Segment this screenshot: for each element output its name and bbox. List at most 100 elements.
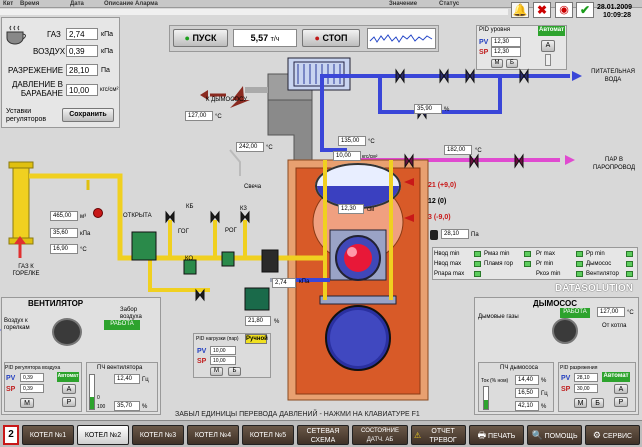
level-normal-label: 12 (0) [428,198,447,205]
smoke-a-button[interactable]: A [614,384,628,394]
smoke-fc-value: 16,50 [515,388,539,398]
fan-p-button[interactable]: P [62,397,76,407]
footer-hint: ЗАБЫЛ ЕДИНИЦЫ ПЕРЕВОДА ДАВЛЕНИЙ - НАЖМИ … [175,411,420,418]
alarm-cell: Вентилятор [586,271,619,277]
gas-temp-value: 16,90 [50,244,78,254]
smoke-sp-input[interactable]: 30,00 [574,384,598,393]
fan-manual-button[interactable]: M [20,398,34,408]
alarm-cell: Рр min [586,251,605,257]
vacuum-box-value: 28,10 [441,229,469,239]
smoke-pv-label: PV [561,375,571,382]
tab-sensor-status[interactable]: СОСТОЯНИЕ ДАТЧ. АБ [352,425,408,445]
boiler-tabs: 2 КОТЕЛ №1 КОТЕЛ №2 КОТЕЛ №3 КОТЕЛ №4 КО… [0,420,642,447]
alarm-cell: Пламя гор [484,261,513,267]
drum-temp-value: 135,00 [338,136,366,146]
drum-level-value: 12,30 [338,204,364,214]
smoke-current-label: Ток (% ном) [481,378,509,384]
fan-pid-auto-badge[interactable]: Автомат [57,372,79,382]
vacuum-box-unit: Па [471,232,479,238]
open-status-label: ОТКРЫТА [123,213,152,219]
burner-gas-pressure-value: 2,74 [272,278,296,288]
smoke-fc-unit: Гц [541,391,548,397]
alarm-cell: Рr min [536,261,554,267]
smoke-pid-auto-badge[interactable]: Автомат [602,372,630,382]
gas-pipe-vertical [12,165,30,241]
fan-air-label: Воздух к горелкам [4,318,30,331]
alarm-indicator-light [474,261,481,267]
level-min-label: 3 (-9,0) [428,214,451,221]
gas-inlet-pressure-value: 35,60 [50,228,78,238]
smoke-manual-button[interactable]: M [574,398,587,408]
tab-print[interactable]: 🖶 ПЕЧАТЬ [469,425,524,445]
tab-boiler-2[interactable]: КОТЕЛ №2 [77,425,129,445]
tab-service[interactable]: ⚙ СЕРВИС [585,425,640,445]
fan-scale-0: 0 [97,395,100,401]
tab-boiler-1[interactable]: КОТЕЛ №1 [22,425,74,445]
drum-pressure-box: 10,00 [333,151,361,161]
load-sp-input[interactable]: 10,00 [210,356,236,365]
kb-label: КБ [186,204,194,210]
vacuum-gauge-icon [430,230,438,240]
service-icon: ⚙ [592,430,601,440]
smoke-current-value: 14,40 [515,375,539,385]
load-b-button[interactable]: Б [228,367,241,376]
load-pid-title: PID нагрузки (пар) [196,336,239,342]
fan-scale-100: 100 [97,404,106,410]
load-manual-button[interactable]: M [210,367,223,376]
tab-boiler-3[interactable]: КОТЕЛ №3 [132,425,184,445]
tab-boiler-4[interactable]: КОТЕЛ №4 [187,425,239,445]
smoke-from-boiler-label: От котла [602,323,627,329]
fan-fc-value: 12,40 [114,374,140,384]
smoke-b-button[interactable]: Б [591,398,604,408]
fan-sp-input[interactable]: 0,39 [20,384,44,393]
smoke-p-button[interactable]: P [614,397,628,407]
smoke-fc-percent: 42,10 [515,401,539,411]
tab-help[interactable]: 🔍 ПОМОЩЬ [527,425,582,445]
gas-flow-unit: м³ [80,214,87,220]
fan-pv-label: PV [6,375,16,382]
fan-a-button[interactable]: A [62,384,76,394]
damper-position-value: 21,80 [245,316,271,326]
tab-network-scheme[interactable]: СЕТЕВАЯ СХЕМА [297,425,349,445]
alarm-cell: Ркоэ min [536,271,561,277]
alarm-indicator-light [626,251,633,257]
boiler-number-badge: 2 [3,425,19,445]
economizer-temp-unit: °C [266,145,273,151]
steam-temp-unit: °C [475,148,482,154]
smoke-sp-label: SP [561,386,571,393]
smoke-fc-bar [483,386,489,410]
gas-temp-unit: °C [80,247,87,253]
gas-pressure-valve-icon[interactable] [93,208,103,218]
alarm-cell: Рмаз min [484,251,510,257]
tab-alarm-report[interactable]: ⚠ ОТЧЕТ ТРЕВОГ [411,425,466,445]
alarm-indicator-light [626,261,633,267]
tab-boiler-5[interactable]: КОТЕЛ №5 [242,425,294,445]
fan-intake-label: Забор воздуха [120,307,142,320]
tab-print-label: ПЕЧАТЬ [488,433,516,440]
smoke-pid-title: PID разрежения [560,365,598,371]
load-pid-manual-badge[interactable]: Ручной [245,334,268,344]
feed-water-label: ПИТАТЕЛЬНАЯ ВОДА [591,69,635,83]
fan-work-badge: РАБОТА [104,320,140,330]
alarm-cell: Нвод min [434,251,460,257]
tab-help-label: ПОМОЩЬ [544,433,578,440]
smoke-work-badge: РАБОТА [560,308,590,318]
fan-fc-bar [89,374,95,410]
smoke-current-unit: % [541,378,547,384]
load-pv-label: PV [197,348,207,355]
fan-fc-title: ПЧ вентилятора [97,365,143,371]
smoke-fan-icon [552,318,578,344]
smoke-title: ДЫМОСОС [533,299,577,308]
alarm-cell: Рr max [536,251,556,257]
fan-fc-unit: Гц [142,377,149,383]
alarm-indicator-light [576,271,583,277]
smoke-fc-percent-unit: % [541,404,547,410]
gas-burner-label: ГАЗ К ГОРЕЛКЕ [12,264,40,277]
steam-temp-value: 182,00 [444,145,472,155]
k3-label: К3 [240,206,247,212]
load-sp-label: SP [197,358,207,365]
rog-label: РОГ [225,228,237,234]
candle-label: Свеча [244,184,262,190]
smoke-gas-label: Дымовые газы [478,314,519,320]
datasolution-logo: DATASOLUTION [555,283,633,294]
